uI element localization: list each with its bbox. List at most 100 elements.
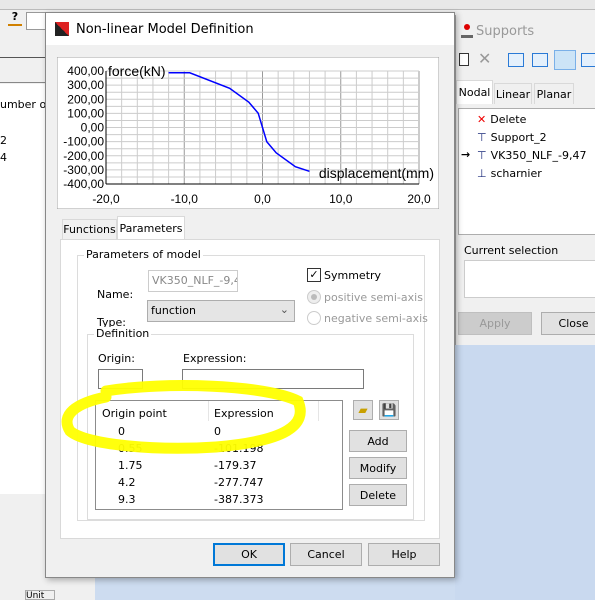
cell-expression: -387.373 (214, 493, 264, 506)
view-icon-3[interactable] (554, 50, 576, 70)
cell-origin: 4.2 (118, 476, 136, 489)
origin-label: Origin: (98, 352, 135, 365)
table-row[interactable]: 9.3 -387.373 (96, 491, 342, 508)
item-label: scharnier (490, 167, 542, 180)
apply-button[interactable]: Apply (458, 312, 532, 335)
delete-x-icon: ✕ (477, 113, 487, 126)
force-displacement-chart: 400,00300,00200,00100,000,00-100,00-200,… (57, 57, 439, 209)
cell-expression: -101.198 (214, 442, 264, 455)
y-tick-label: -300,00 (63, 163, 104, 177)
x-tick-label: -20,0 (92, 192, 120, 206)
cell-expression: -277.747 (214, 476, 264, 489)
table-row[interactable]: 4.2 -277.747 (96, 474, 342, 491)
open-folder-icon[interactable]: ▰ (353, 400, 373, 420)
item-label: Support_2 (490, 131, 547, 144)
tab-planar[interactable]: Planar (534, 83, 574, 104)
name-field[interactable]: VK350_NLF_-9,4 (148, 270, 238, 292)
column-header-origin[interactable]: Origin point (102, 407, 167, 420)
cell-expression: 0 (214, 425, 221, 438)
tab-panel: Parameters of model Name: VK350_NLF_-9,4… (60, 239, 440, 539)
tab-parameters[interactable]: Parameters (117, 216, 185, 240)
tree-item-support-2[interactable]: ⊤ Support_2 (477, 131, 547, 144)
y-tick-label: 100,00 (67, 106, 104, 120)
type-value: function (151, 304, 196, 317)
bottom-tab[interactable]: Unit (25, 590, 55, 600)
hinge-icon: ⊥ (477, 167, 487, 180)
add-button[interactable]: Add (349, 430, 407, 452)
dialog-title: Non-linear Model Definition (76, 22, 254, 37)
expression-input[interactable] (182, 369, 364, 389)
cell-origin: 1.75 (118, 459, 143, 472)
help-icon[interactable]: ? (8, 10, 22, 26)
tree-item-vk350[interactable]: ⊤ VK350_NLF_-9,47 (477, 149, 586, 162)
y-tick-label: 300,00 (67, 78, 104, 92)
delete-button[interactable]: Delete (349, 484, 407, 506)
table-row[interactable]: 1.75 -179.37 (96, 457, 342, 474)
x-tick-label: -10,0 (171, 192, 199, 206)
x-tick-label: 10,0 (329, 192, 353, 206)
y-tick-label: -100,00 (63, 135, 104, 149)
table-row[interactable]: 00 (96, 423, 342, 440)
tab-nodal[interactable]: Nodal (456, 80, 493, 104)
expression-label: Expression: (183, 352, 247, 365)
y-tick-label: 0,00 (81, 121, 105, 135)
positive-semi-axis-label: positive semi-axis (324, 291, 423, 304)
cell-origin: 9.3 (118, 493, 136, 506)
x-tick-label: 0,0 (254, 192, 271, 206)
tree-item-scharnier[interactable]: ⊥ scharnier (477, 167, 542, 180)
chevron-down-icon: ⌄ (279, 303, 289, 316)
dialog-app-icon (55, 22, 69, 36)
tab-functions[interactable]: Functions (62, 219, 117, 239)
cell-origin: 0.55 (118, 442, 143, 455)
supports-window: Supports ✕ Nodal Linear Planar ✕ Delete ⊤… (455, 15, 595, 345)
value: 2 (0, 134, 7, 147)
support-icon: ⊤ (477, 131, 487, 144)
support-icon: ⊤ (477, 149, 487, 162)
y-tick-label: 400,00 (67, 64, 104, 78)
symmetry-checkbox[interactable]: ✓ (307, 268, 321, 282)
column-header-partial: umber of (0, 98, 51, 111)
name-label: Name: (97, 288, 134, 301)
tree-item-delete[interactable]: ✕ Delete (477, 113, 526, 126)
chart-background (57, 57, 439, 209)
current-selection-label: Current selection (464, 244, 559, 257)
cancel-button[interactable]: Cancel (290, 543, 362, 566)
table-header: Origin point Expression (96, 405, 342, 422)
type-select[interactable]: function ⌄ (147, 300, 295, 322)
points-table[interactable]: Origin point Expression 00 0.55 -101.198 … (95, 400, 343, 510)
y-axis-label: force(kN) (108, 63, 166, 79)
x-tick-label: 20,0 (407, 192, 431, 206)
group-label: Definition (94, 327, 152, 340)
view-icon-1[interactable] (508, 53, 524, 67)
y-tick-label: -200,00 (63, 149, 104, 163)
positive-semi-axis-radio[interactable] (307, 290, 321, 304)
current-selection-box (464, 260, 595, 298)
symmetry-label: Symmetry (324, 269, 382, 282)
delete-icon[interactable]: ✕ (478, 49, 491, 68)
supports-icon (461, 24, 473, 38)
new-icon[interactable] (459, 53, 469, 66)
cell-origin: 0 (118, 425, 125, 438)
cell-expression: -179.37 (214, 459, 257, 472)
view-icon-4[interactable] (581, 53, 595, 67)
current-arrow-icon: → (461, 148, 471, 161)
save-icon[interactable]: 💾 (379, 400, 399, 420)
item-label: Delete (490, 113, 527, 126)
origin-input[interactable] (98, 369, 143, 389)
help-button[interactable]: Help (368, 543, 440, 566)
close-button[interactable]: Close (541, 312, 595, 335)
view-icon-2[interactable] (532, 53, 548, 67)
column-header-expression[interactable]: Expression (214, 407, 274, 420)
negative-semi-axis-radio[interactable] (307, 311, 321, 325)
x-axis-label: displacement(mm) (319, 165, 434, 181)
supports-tree: ✕ Delete ⊤ Support_2 → ⊤ VK350_NLF_-9,47 ⊥ s… (458, 108, 595, 235)
table-row[interactable]: 0.55 -101.198 (96, 440, 342, 457)
value: 4 (0, 151, 7, 164)
ok-button[interactable]: OK (213, 543, 285, 566)
modify-button[interactable]: Modify (349, 457, 407, 479)
negative-semi-axis-label: negative semi-axis (324, 312, 428, 325)
tab-linear[interactable]: Linear (494, 83, 532, 104)
y-tick-label: -400,00 (63, 177, 104, 191)
y-tick-label: 200,00 (67, 92, 104, 106)
item-label: VK350_NLF_-9,47 (490, 149, 587, 162)
